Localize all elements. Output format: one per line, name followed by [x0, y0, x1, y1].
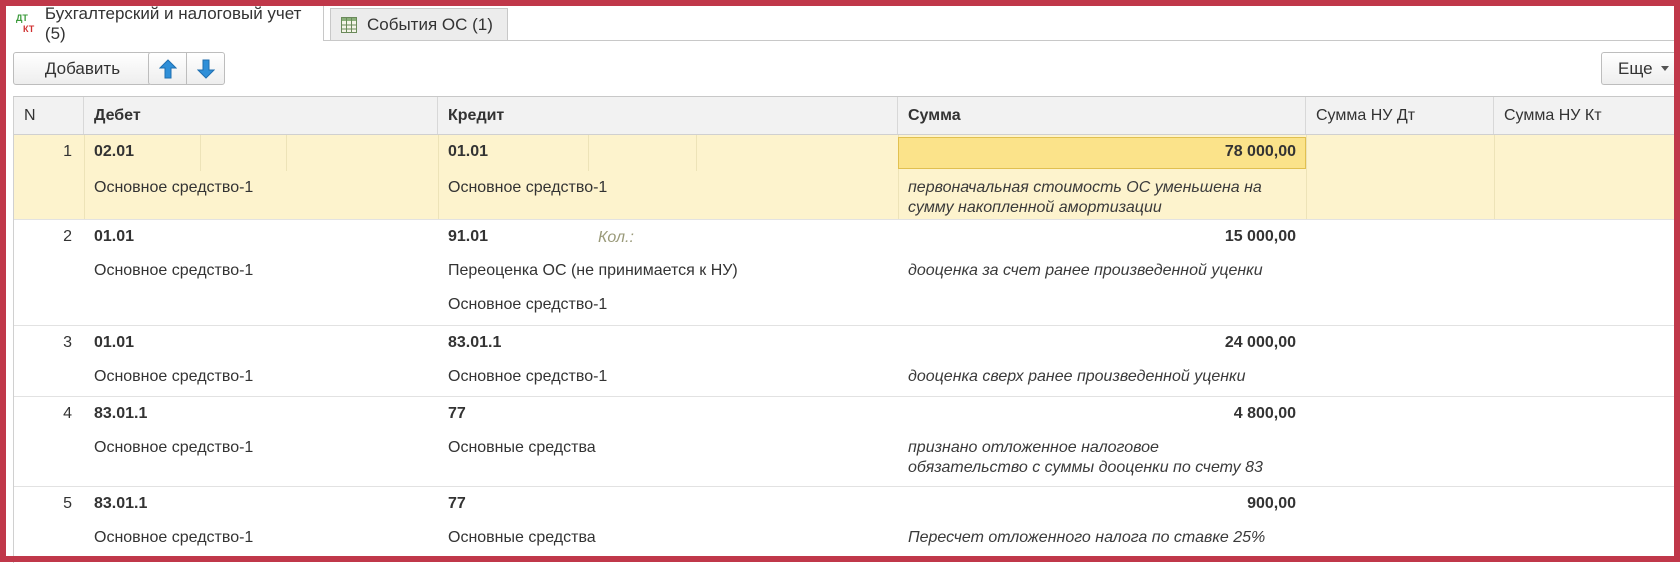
arrow-down-icon	[196, 59, 215, 79]
table-row[interactable]: 3 01.01 Основное средство-1 83.01.1 Осно…	[14, 326, 1680, 397]
row-number: 2	[63, 228, 72, 245]
table-row[interactable]: 5 83.01.1 Основное средство-1 77 Основны…	[14, 487, 1680, 563]
column-debit[interactable]: Дебет	[84, 97, 438, 134]
sum-value[interactable]: 4 800,00	[898, 405, 1296, 423]
credit-account[interactable]: 91.01	[448, 228, 488, 246]
add-button[interactable]: Добавить	[13, 52, 152, 85]
debit-subconto[interactable]: Основное средство-1	[94, 529, 253, 547]
more-button[interactable]: Еще	[1601, 52, 1680, 85]
column-n[interactable]: N	[14, 97, 84, 134]
arrow-up-icon	[158, 58, 177, 78]
sum-value[interactable]: 24 000,00	[898, 334, 1296, 352]
quantity-label: Кол.:	[598, 229, 634, 246]
tab-os-events-label: События ОС (1)	[367, 14, 493, 34]
row-number: 5	[63, 495, 72, 512]
credit-account[interactable]: 01.01	[448, 143, 488, 161]
credit-subconto[interactable]: Основные средства	[448, 529, 596, 547]
debit-subconto[interactable]: Основное средство-1	[94, 262, 253, 280]
credit-subconto[interactable]: Основное средство-1	[448, 368, 607, 386]
debit-account[interactable]: 83.01.1	[94, 495, 147, 513]
table-row[interactable]: 4 83.01.1 Основное средство-1 77 Основны…	[14, 397, 1680, 487]
content-line[interactable]: сумму накопленной амортизации	[908, 199, 1162, 217]
table-header: N Дебет Кредит Сумма Сумма НУ Дт Сумма Н…	[14, 97, 1680, 135]
debit-subconto[interactable]: Основное средство-1	[94, 179, 253, 197]
move-down-button[interactable]	[187, 53, 224, 84]
table-row[interactable]: 2 01.01 Основное средство-1 91.01 Кол.: …	[14, 220, 1680, 326]
debit-subconto[interactable]: Основное средство-1	[94, 439, 253, 457]
tab-bar: ДТ КТ Бухгалтерский и налоговый учет (5) …	[6, 3, 1674, 43]
column-sum-nu-kt[interactable]: Сумма НУ Кт	[1494, 97, 1680, 134]
move-up-button[interactable]	[149, 53, 187, 84]
tab-accounting[interactable]: ДТ КТ Бухгалтерский и налоговый учет (5)	[6, 3, 324, 43]
column-credit[interactable]: Кредит	[438, 97, 898, 134]
sum-value[interactable]: 78 000,00	[898, 143, 1296, 161]
sum-value[interactable]: 15 000,00	[898, 228, 1296, 246]
content-line[interactable]: Пересчет отложенного налога по ставке 25…	[908, 529, 1265, 547]
credit-account[interactable]: 77	[448, 405, 466, 423]
credit-subconto[interactable]: Основное средство-1	[448, 296, 607, 314]
content-line[interactable]: обязательство с суммы дооценки по счету …	[908, 459, 1263, 477]
debit-subconto[interactable]: Основное средство-1	[94, 368, 253, 386]
content-line[interactable]: первоначальная стоимость ОС уменьшена на	[908, 179, 1262, 197]
debit-account[interactable]: 02.01	[94, 143, 134, 161]
tab-accounting-label: Бухгалтерский и налоговый учет (5)	[44, 3, 302, 43]
table-row[interactable]: 1 02.01 Основное средство-1 01.01 Основн…	[14, 135, 1680, 220]
more-button-label: Еще	[1618, 58, 1653, 78]
column-sum-nu-dt[interactable]: Сумма НУ Дт	[1306, 97, 1494, 134]
chevron-down-icon	[1660, 66, 1669, 71]
table-grid-icon	[341, 16, 357, 33]
row-number: 3	[63, 334, 72, 351]
content-line[interactable]: дооценка сверх ранее произведенной уценк…	[908, 368, 1246, 386]
credit-subconto[interactable]: Основные средства	[448, 439, 596, 457]
row-number: 4	[63, 405, 72, 422]
credit-subconto[interactable]: Переоценка ОС (не принимается к НУ)	[448, 262, 738, 280]
sum-value[interactable]: 900,00	[898, 495, 1296, 513]
debit-account[interactable]: 83.01.1	[94, 405, 147, 423]
row-number: 1	[63, 143, 72, 160]
credit-subconto[interactable]: Основное средство-1	[448, 179, 607, 197]
column-sum[interactable]: Сумма	[898, 97, 1306, 134]
debit-account[interactable]: 01.01	[94, 228, 134, 246]
credit-account[interactable]: 83.01.1	[448, 334, 501, 352]
content-line[interactable]: признано отложенное налоговое	[908, 439, 1159, 457]
tab-os-events[interactable]: События ОС (1)	[330, 8, 508, 40]
content-line[interactable]: дооценка за счет ранее произведенной уце…	[908, 262, 1263, 280]
credit-account[interactable]: 77	[448, 495, 466, 513]
dt-kt-icon: ДТ КТ	[16, 12, 35, 34]
move-buttons	[148, 52, 225, 85]
debit-account[interactable]: 01.01	[94, 334, 134, 352]
add-button-label: Добавить	[44, 58, 121, 78]
entries-table: N Дебет Кредит Сумма Сумма НУ Дт Сумма Н…	[13, 96, 1680, 563]
